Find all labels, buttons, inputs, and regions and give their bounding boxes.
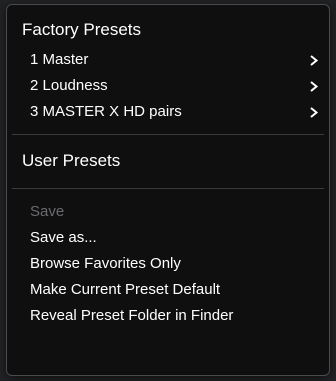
- menu-separator: [12, 188, 324, 189]
- menu-item-label: 3 MASTER X HD pairs: [30, 103, 182, 120]
- reveal-preset-folder-menu-item[interactable]: Reveal Preset Folder in Finder: [7, 303, 329, 329]
- save-menu-item: Save: [30, 203, 65, 220]
- factory-presets-header: Factory Presets: [22, 20, 142, 39]
- chevron-right-icon: [309, 99, 321, 125]
- menu-item-3-master-x-hd-pairs[interactable]: 3 MASTER X HD pairs: [7, 99, 329, 125]
- presets-menu: Factory Presets 1 Master 2 Loudness 3 MA…: [6, 4, 330, 376]
- menu-item-label: 1 Master: [30, 51, 89, 68]
- menu-separator: [12, 134, 324, 135]
- make-current-preset-default-menu-item[interactable]: Make Current Preset Default: [7, 277, 329, 303]
- menu-item-label: 2 Loudness: [30, 77, 108, 94]
- chevron-right-icon: [309, 47, 321, 73]
- browse-favorites-only-menu-item[interactable]: Browse Favorites Only: [7, 251, 329, 277]
- menu-item-2-loudness[interactable]: 2 Loudness: [7, 73, 329, 99]
- menu-item-1-master[interactable]: 1 Master: [7, 47, 329, 73]
- chevron-right-icon: [309, 73, 321, 99]
- save-as-menu-item[interactable]: Save as...: [7, 225, 329, 251]
- user-presets-header: User Presets: [22, 151, 121, 170]
